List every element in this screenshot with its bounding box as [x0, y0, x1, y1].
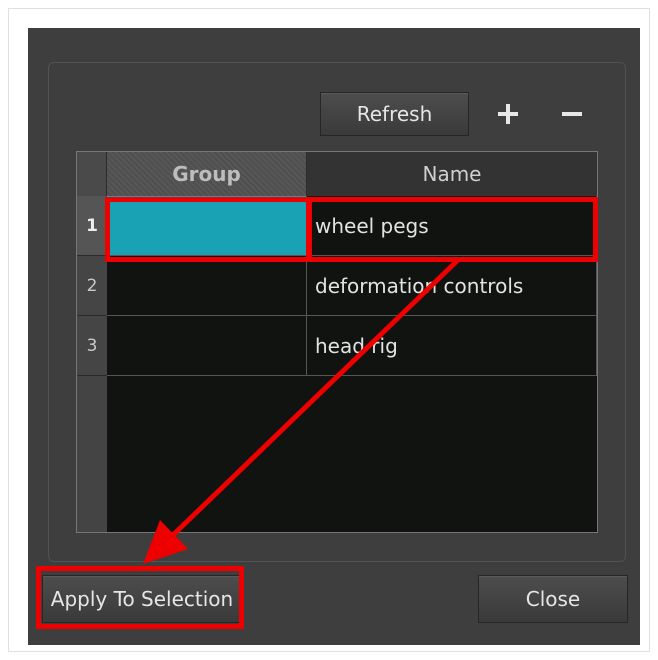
name-cell[interactable]: deformation controls	[307, 256, 597, 316]
table-row[interactable]: 3 head rig	[77, 316, 597, 376]
minus-icon	[562, 104, 582, 124]
row-number[interactable]: 2	[77, 256, 107, 316]
name-cell[interactable]: wheel pegs	[307, 196, 597, 256]
table-row[interactable]: 2 deformation controls	[77, 256, 597, 316]
name-cell[interactable]: head rig	[307, 316, 597, 376]
group-color-cell[interactable]	[107, 316, 307, 376]
add-button[interactable]	[488, 94, 528, 134]
close-button[interactable]: Close	[478, 575, 628, 623]
remove-button[interactable]	[552, 94, 592, 134]
row-number[interactable]: 1	[77, 196, 107, 256]
row-number[interactable]: 3	[77, 316, 107, 376]
apply-to-selection-button[interactable]: Apply To Selection	[42, 575, 242, 623]
group-color-cell[interactable]	[107, 256, 307, 316]
column-header-group[interactable]: Group	[107, 152, 307, 196]
column-header-name[interactable]: Name	[307, 152, 597, 196]
plus-icon	[498, 104, 518, 124]
table-row[interactable]: 1 wheel pegs	[77, 196, 597, 256]
table-corner	[77, 152, 107, 196]
groups-table: Group Name 1 wheel pegs 2 deformation co…	[76, 151, 598, 533]
color-group-dialog: Refresh Group Name 1 wheel pegs 2 deform…	[28, 28, 640, 645]
group-color-cell[interactable]	[107, 196, 307, 256]
refresh-button[interactable]: Refresh	[320, 92, 469, 136]
